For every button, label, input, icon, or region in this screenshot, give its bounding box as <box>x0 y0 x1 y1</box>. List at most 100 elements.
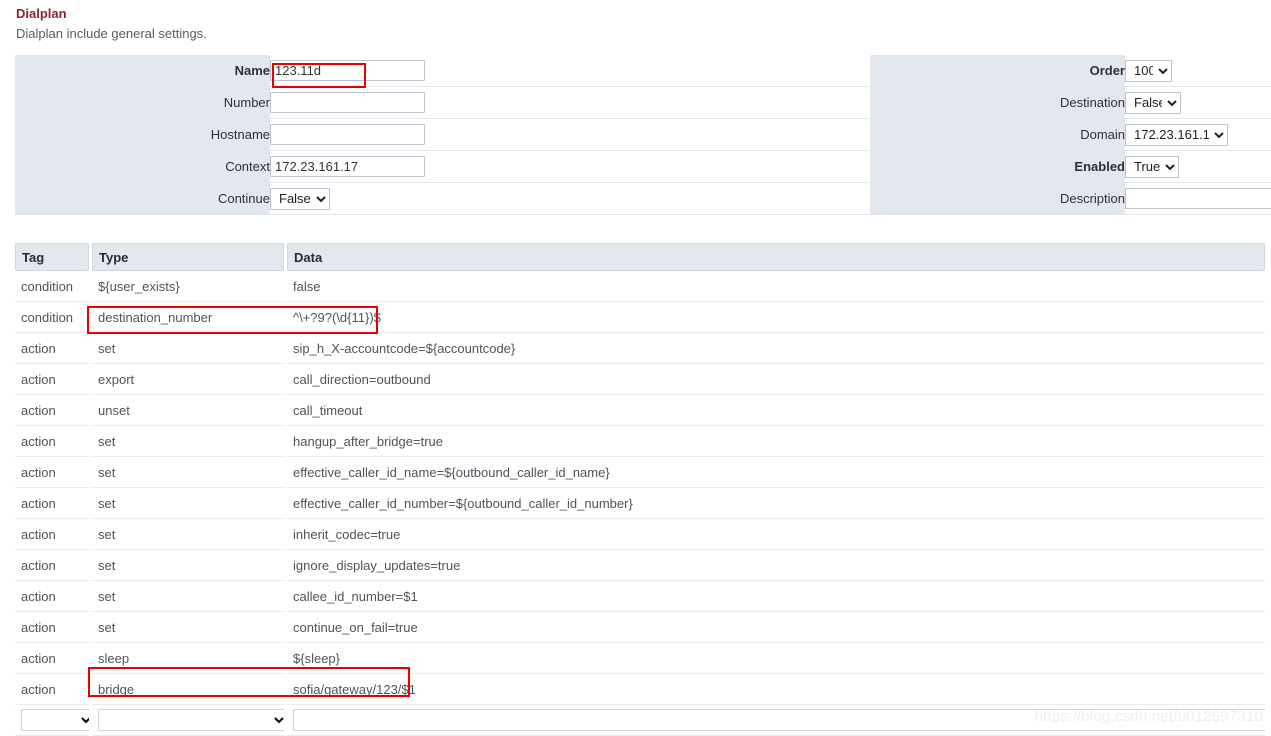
continue-select[interactable]: False <box>270 187 330 210</box>
table-row[interactable]: action set callee_id_number=$1 <box>15 581 1265 612</box>
cell-data: effective_caller_id_name=${outbound_call… <box>287 457 1265 488</box>
field-cell-enabled: True <box>1125 150 1271 183</box>
dialplan-details-section: Tag Type Data condition ${user_exists} fal… <box>15 243 1271 736</box>
cell-tag: action <box>15 457 89 488</box>
cell-tag: action <box>15 364 89 395</box>
column-gap <box>856 55 870 87</box>
cell-tag: action <box>15 550 89 581</box>
cell-type: set <box>92 457 284 488</box>
cell-data: hangup_after_bridge=true <box>287 426 1265 457</box>
cell-type: set <box>92 426 284 457</box>
table-row[interactable]: action set continue_on_fail=true <box>15 612 1265 643</box>
cell-type: ${user_exists} <box>92 271 284 302</box>
table-row[interactable]: condition ${user_exists} false <box>15 271 1265 302</box>
field-cell-order: 100 <box>1125 55 1271 87</box>
cell-tag: action <box>15 674 89 705</box>
cell-type: unset <box>92 395 284 426</box>
table-body: condition ${user_exists} false condition des… <box>15 271 1265 705</box>
form-row-context-enabled: Context Enabled True <box>15 150 1271 183</box>
cell-type: set <box>92 550 284 581</box>
domain-select[interactable]: 172.23.161.17 <box>1125 123 1228 146</box>
cell-type: set <box>92 488 284 519</box>
cell-data: sofia/gateway/123/$1 <box>287 674 1265 705</box>
new-entry-tag-select[interactable] <box>21 709 89 731</box>
cell-tag: action <box>15 488 89 519</box>
new-entry-type-select[interactable] <box>98 709 284 731</box>
table-row[interactable]: action set hangup_after_bridge=true <box>15 426 1265 457</box>
enabled-select[interactable]: True <box>1125 155 1179 178</box>
cell-data: ^\+?9?(\d{11})$ <box>287 302 1265 333</box>
cell-data: ${sleep} <box>287 643 1265 674</box>
cell-type: bridge <box>92 674 284 705</box>
dialplan-details-table: Tag Type Data condition ${user_exists} fal… <box>12 243 1268 736</box>
cell-tag: condition <box>15 271 89 302</box>
field-cell-name <box>270 55 856 87</box>
table-row[interactable]: condition destination_number ^\+?9?(\d{11}… <box>15 302 1265 333</box>
table-row[interactable]: action set effective_caller_id_number=${ou… <box>15 488 1265 519</box>
cell-tag: action <box>15 333 89 364</box>
table-row[interactable]: action set inherit_codec=true <box>15 519 1265 550</box>
cell-type: destination_number <box>92 302 284 333</box>
table-header: Tag Type Data <box>15 243 1265 271</box>
cell-data: continue_on_fail=true <box>287 612 1265 643</box>
cell-tag: action <box>15 519 89 550</box>
destination-select[interactable]: False <box>1125 91 1181 114</box>
cell-tag: condition <box>15 302 89 333</box>
label-description: Description <box>870 182 1125 215</box>
column-gap <box>856 182 870 215</box>
cell-tag: action <box>15 426 89 457</box>
table-row[interactable]: action sleep ${sleep} <box>15 643 1265 674</box>
form-row-number-destination: Number Destination False <box>15 86 1271 119</box>
cell-tag: action <box>15 643 89 674</box>
new-entry-tag-cell <box>15 705 89 736</box>
cell-data: call_direction=outbound <box>287 364 1265 395</box>
dialplan-settings-form: Name Order 100 Number Dest <box>0 55 1271 215</box>
table-row[interactable]: action unset call_timeout <box>15 395 1265 426</box>
table-row[interactable]: action set sip_h_X-accountcode=${accountco… <box>15 333 1265 364</box>
field-cell-hostname <box>270 118 856 151</box>
number-input[interactable] <box>270 92 425 113</box>
table-row[interactable]: action bridge sofia/gateway/123/$1 <box>15 674 1265 705</box>
column-header-type[interactable]: Type <box>92 243 284 271</box>
field-cell-continue: False <box>270 182 856 215</box>
context-input[interactable] <box>270 156 425 177</box>
label-domain: Domain <box>870 118 1125 151</box>
table-row[interactable]: action set ignore_display_updates=true <box>15 550 1265 581</box>
column-header-tag[interactable]: Tag <box>15 243 89 271</box>
label-continue: Continue <box>15 182 270 215</box>
field-cell-destination: False <box>1125 86 1271 119</box>
form-row-name-order: Name Order 100 <box>15 55 1271 87</box>
field-cell-context <box>270 150 856 183</box>
description-input[interactable] <box>1125 188 1271 209</box>
cell-data: call_timeout <box>287 395 1265 426</box>
watermark-text: https://blog.csdn.net/u012597310 <box>1034 708 1263 725</box>
page-subtitle: Dialplan include general settings. <box>16 26 207 41</box>
table-header-row: Tag Type Data <box>15 243 1265 271</box>
cell-tag: action <box>15 581 89 612</box>
field-cell-domain: 172.23.161.17 <box>1125 118 1271 151</box>
cell-type: set <box>92 581 284 612</box>
form-row-continue-description: Continue False Description <box>15 182 1271 215</box>
cell-tag: action <box>15 612 89 643</box>
cell-tag: action <box>15 395 89 426</box>
table-row[interactable]: action set effective_caller_id_name=${outb… <box>15 457 1265 488</box>
cell-data: inherit_codec=true <box>287 519 1265 550</box>
hostname-input[interactable] <box>270 124 425 145</box>
order-select[interactable]: 100 <box>1125 59 1172 82</box>
label-enabled: Enabled <box>870 150 1125 183</box>
column-gap <box>856 86 870 119</box>
form-row-hostname-domain: Hostname Domain 172.23.161.17 <box>15 118 1271 151</box>
page-title: Dialplan <box>16 6 67 21</box>
label-hostname: Hostname <box>15 118 270 151</box>
column-gap <box>856 118 870 151</box>
settings-table: Name Order 100 Number Dest <box>15 55 1271 215</box>
cell-data: callee_id_number=$1 <box>287 581 1265 612</box>
label-context: Context <box>15 150 270 183</box>
column-header-data[interactable]: Data <box>287 243 1265 271</box>
cell-type: sleep <box>92 643 284 674</box>
table-row[interactable]: action export call_direction=outbound <box>15 364 1265 395</box>
name-input[interactable] <box>270 60 425 81</box>
field-cell-number <box>270 86 856 119</box>
cell-data: ignore_display_updates=true <box>287 550 1265 581</box>
label-order: Order <box>870 55 1125 87</box>
